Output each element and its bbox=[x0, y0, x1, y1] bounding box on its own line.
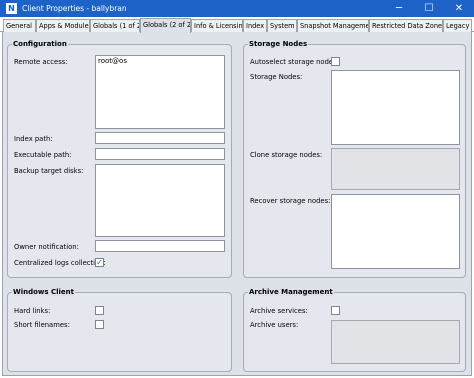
centralized-logs-checkbox[interactable]: ✓ bbox=[95, 258, 104, 267]
storage-nodes-title: Storage Nodes bbox=[248, 40, 309, 48]
remote-access-label: Remote access: bbox=[14, 58, 68, 66]
windows-client-group bbox=[7, 292, 232, 372]
index-path-field[interactable] bbox=[95, 132, 225, 144]
archive-users-list[interactable] bbox=[331, 320, 460, 364]
tab-restricted-data-zones[interactable]: Restricted Data Zones bbox=[369, 19, 443, 32]
configuration-title: Configuration bbox=[12, 40, 68, 48]
short-filenames-label: Short filenames: bbox=[14, 321, 70, 329]
archive-services-checkbox[interactable] bbox=[331, 306, 340, 315]
archive-users-label: Archive users: bbox=[250, 321, 299, 329]
archive-management-title: Archive Management bbox=[248, 288, 334, 296]
autoselect-storage-node-checkbox[interactable] bbox=[331, 57, 340, 66]
backup-target-disks-field[interactable] bbox=[95, 164, 225, 237]
tab-general[interactable]: General bbox=[3, 19, 36, 32]
close-icon[interactable]: ✕ bbox=[444, 0, 474, 17]
maximize-icon[interactable]: ☐ bbox=[414, 0, 444, 17]
tab-apps-modules[interactable]: Apps & Modules bbox=[36, 19, 90, 32]
archive-services-label: Archive services: bbox=[250, 307, 308, 315]
recover-storage-nodes-list[interactable] bbox=[331, 194, 460, 269]
backup-target-disks-label: Backup target disks: bbox=[14, 167, 84, 175]
index-path-label: Index path: bbox=[14, 135, 53, 143]
tab-index[interactable]: Index bbox=[243, 19, 267, 32]
executable-path-field[interactable] bbox=[95, 148, 225, 160]
tab-info-licensing[interactable]: Info & Licensing bbox=[191, 19, 243, 32]
hard-links-checkbox[interactable] bbox=[95, 306, 104, 315]
tab-globals-2[interactable]: Globals (2 of 2) bbox=[140, 18, 191, 33]
autoselect-storage-node-label: Autoselect storage node: bbox=[250, 58, 336, 66]
app-icon: N bbox=[6, 3, 17, 14]
centralized-logs-label: Centralized logs collection: bbox=[14, 259, 106, 267]
tab-globals-1[interactable]: Globals (1 of 2) bbox=[90, 19, 140, 32]
clone-storage-nodes-label: Clone storage nodes: bbox=[250, 151, 323, 159]
clone-storage-nodes-list[interactable] bbox=[331, 148, 460, 190]
window-title: Client Properties - ballybran bbox=[22, 4, 127, 13]
tab-snapshot-management[interactable]: Snapshot Management bbox=[297, 19, 369, 32]
storage-nodes-label: Storage Nodes: bbox=[250, 73, 303, 81]
tab-legacy[interactable]: Legacy bbox=[443, 19, 472, 32]
windows-client-title: Windows Client bbox=[12, 288, 76, 296]
hard-links-label: Hard links: bbox=[14, 307, 51, 315]
storage-nodes-list[interactable] bbox=[331, 70, 460, 145]
minimize-icon[interactable]: ─ bbox=[384, 0, 414, 17]
title-bar[interactable]: N Client Properties - ballybran ─ ☐ ✕ bbox=[0, 0, 474, 17]
recover-storage-nodes-label: Recover storage nodes: bbox=[250, 197, 331, 205]
owner-notification-field[interactable] bbox=[95, 240, 225, 252]
short-filenames-checkbox[interactable] bbox=[95, 320, 104, 329]
owner-notification-label: Owner notification: bbox=[14, 243, 79, 251]
executable-path-label: Executable path: bbox=[14, 151, 72, 159]
remote-access-field[interactable]: root@os bbox=[95, 55, 225, 129]
tab-system[interactable]: System bbox=[267, 19, 297, 32]
